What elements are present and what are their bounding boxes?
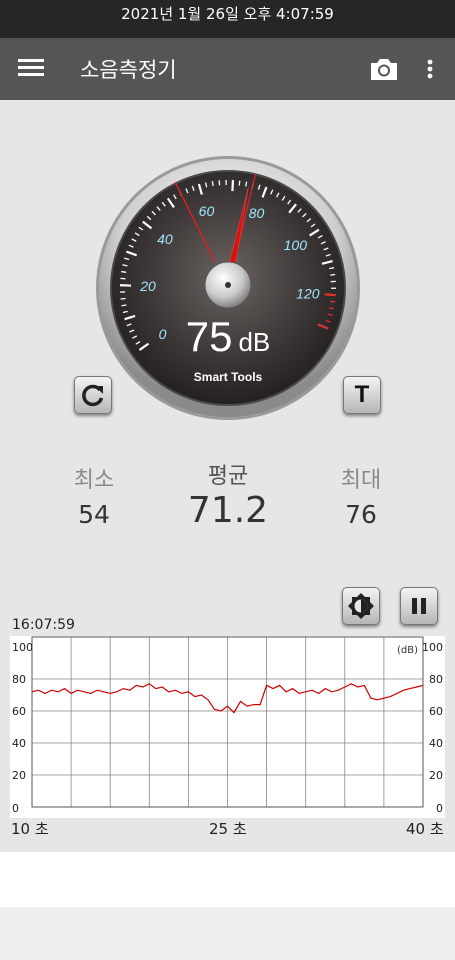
bottom-gray-area bbox=[0, 907, 455, 960]
gauge-tick bbox=[329, 267, 335, 270]
x-tick-label-mid: 25 초 bbox=[209, 820, 247, 838]
more-vert-icon[interactable] bbox=[420, 54, 440, 84]
x-tick-label-start: 10 초 bbox=[11, 820, 49, 838]
graph-timestamp: 16:07:59 bbox=[12, 617, 75, 633]
gauge-tick bbox=[120, 297, 126, 300]
max-label: 최대 bbox=[340, 468, 382, 493]
t-button[interactable]: T bbox=[343, 376, 381, 414]
y-tick-label-left: 40 bbox=[12, 737, 26, 750]
y-tick-label-right: 20 bbox=[429, 769, 443, 782]
pause-icon bbox=[412, 598, 426, 614]
y-tick-label-right: 80 bbox=[429, 673, 443, 686]
gauge-scale-label: 0 bbox=[159, 326, 167, 342]
gauge-brand: Smart Tools bbox=[194, 370, 263, 384]
status-datetime: 2021년 1월 26일 오후 4:07:59 bbox=[121, 5, 334, 23]
avg-value: 71.2 bbox=[187, 490, 269, 531]
gauge-scale-label: 80 bbox=[249, 205, 265, 221]
app-title: 소음측정기 bbox=[80, 58, 177, 82]
max-value: 76 bbox=[345, 500, 377, 529]
y-tick-label-left: 80 bbox=[12, 673, 26, 686]
gauge-tick bbox=[121, 270, 127, 273]
sound-level-gauge: 0 20 40 60 80 100 120 75 dB Smart Tools bbox=[95, 155, 361, 421]
gauge-tick bbox=[330, 300, 336, 303]
gauge-scale-label: 120 bbox=[296, 285, 320, 301]
y-tick-label-right: 100 bbox=[422, 641, 443, 654]
gauge-tick bbox=[245, 181, 248, 187]
reset-button[interactable] bbox=[74, 376, 112, 414]
brightness-icon bbox=[348, 593, 374, 619]
bottom-white-area bbox=[0, 852, 455, 907]
gauge-scale-label: 60 bbox=[199, 203, 215, 219]
y-tick-label-left: 20 bbox=[12, 769, 26, 782]
gauge-scale-label: 40 bbox=[157, 231, 173, 247]
gauge-tick bbox=[330, 273, 336, 276]
pause-button[interactable] bbox=[400, 587, 438, 625]
gauge-scale-label: 100 bbox=[284, 237, 308, 253]
y-tick-label-left: 60 bbox=[12, 705, 26, 718]
gauge-tick bbox=[324, 293, 336, 297]
refresh-icon bbox=[82, 384, 104, 407]
gauge-tick bbox=[121, 304, 127, 307]
main-content: 0 20 40 60 80 100 120 75 dB Smart Tools T 최소 54… bbox=[0, 100, 455, 852]
gauge-tick bbox=[238, 180, 241, 186]
app-bar: 소음측정기 bbox=[0, 38, 455, 100]
brightness-button[interactable] bbox=[342, 587, 380, 625]
y-tick-label-right: 60 bbox=[429, 705, 443, 718]
hamburger-menu-icon[interactable] bbox=[18, 56, 44, 82]
gauge-tick bbox=[231, 180, 235, 192]
y-tick-label-right: 40 bbox=[429, 737, 443, 750]
avg-label: 평균 bbox=[207, 464, 249, 489]
gauge-unit: dB bbox=[238, 327, 270, 357]
min-label: 최소 bbox=[73, 468, 115, 493]
gauge-scale-label: 20 bbox=[139, 278, 156, 294]
y-tick-label-left: 100 bbox=[12, 641, 33, 654]
y-tick-label-right: 0 bbox=[436, 802, 443, 815]
sound-level-chart: (dB) 0 0 20 20 40 40 60 60 80 80 100 100 bbox=[10, 636, 445, 818]
status-bar: 2021년 1월 26일 오후 4:07:59 bbox=[0, 0, 455, 38]
x-tick-label-end: 40 초 bbox=[406, 820, 444, 838]
min-value: 54 bbox=[78, 500, 110, 529]
camera-icon[interactable] bbox=[368, 54, 400, 84]
y-tick-label-left: 0 bbox=[12, 802, 19, 815]
chart-unit-label: (dB) bbox=[397, 645, 418, 656]
gauge-tick bbox=[211, 181, 214, 187]
t-button-label: T bbox=[354, 381, 370, 408]
gauge-reading: 75 bbox=[186, 313, 233, 360]
